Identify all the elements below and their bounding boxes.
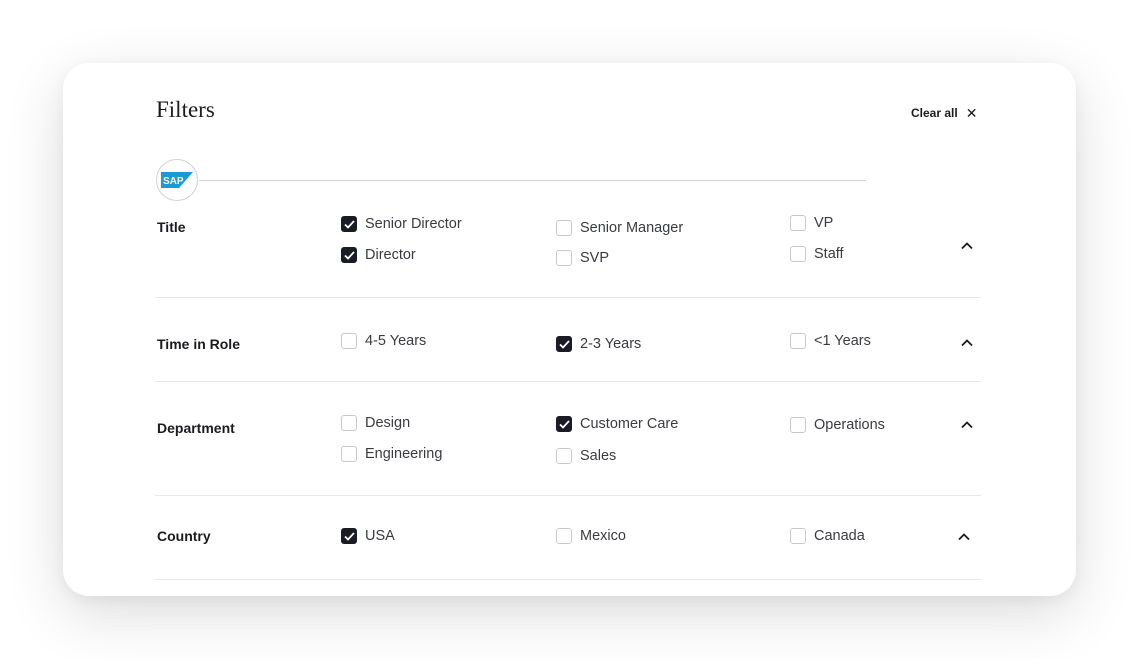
checkbox[interactable]: [341, 528, 357, 544]
option-2-3-years[interactable]: 2-3 Years: [556, 336, 641, 352]
option-4-5-years[interactable]: 4-5 Years: [341, 333, 426, 349]
checkbox[interactable]: [556, 336, 572, 352]
page-title: Filters: [156, 97, 215, 122]
option-label: <1 Years: [814, 333, 871, 349]
option-label: SVP: [580, 250, 610, 266]
option-label: Operations: [814, 417, 885, 433]
filters-panel: Filters Clear all ✕ SAP Title Senior Dir…: [63, 63, 1076, 596]
option-usa[interactable]: USA: [341, 528, 395, 544]
option-label: 2-3 Years: [580, 336, 642, 352]
checkbox[interactable]: [556, 416, 572, 432]
divider: [199, 180, 866, 181]
checkbox[interactable]: [556, 448, 572, 464]
filter-section-country: Country USA Mexico Canada: [155, 495, 981, 580]
section-title: Department: [157, 420, 235, 436]
checkbox[interactable]: [790, 528, 806, 544]
option-label: Staff: [814, 246, 844, 262]
company-row: SAP: [156, 159, 867, 203]
option-less-than-1-years[interactable]: <1 Years: [790, 333, 871, 349]
option-vp[interactable]: VP: [790, 215, 833, 231]
option-design[interactable]: Design: [341, 415, 410, 431]
option-director[interactable]: Director: [341, 247, 416, 263]
chevron-up-icon[interactable]: [956, 529, 972, 545]
section-title: Time in Role: [157, 336, 240, 352]
section-title: Country: [157, 528, 211, 544]
checkbox[interactable]: [790, 333, 806, 349]
chevron-up-icon[interactable]: [959, 238, 975, 254]
option-label: Design: [365, 415, 411, 431]
clear-all-button[interactable]: Clear all ✕: [911, 106, 977, 120]
checkbox[interactable]: [341, 247, 357, 263]
checkbox[interactable]: [556, 220, 572, 236]
option-svp[interactable]: SVP: [556, 250, 609, 266]
chevron-up-icon[interactable]: [959, 417, 975, 433]
option-staff[interactable]: Staff: [790, 246, 844, 262]
option-label: Mexico: [580, 528, 626, 544]
option-label: 4-5 Years: [365, 333, 427, 349]
checkbox[interactable]: [790, 215, 806, 231]
option-engineering[interactable]: Engineering: [341, 446, 442, 462]
filter-section-department: Department Design Engineering Customer C…: [155, 381, 981, 496]
option-label: VP: [814, 215, 834, 231]
option-sales[interactable]: Sales: [556, 448, 616, 464]
option-mexico[interactable]: Mexico: [556, 528, 626, 544]
option-label: Canada: [814, 528, 865, 544]
option-label: Customer Care: [580, 416, 679, 432]
clear-all-label: Clear all: [911, 106, 958, 120]
svg-text:SAP: SAP: [163, 176, 184, 187]
checkbox[interactable]: [341, 446, 357, 462]
filter-section-title: Title Senior Director Director Senior Ma…: [155, 203, 981, 298]
section-title: Title: [157, 219, 186, 235]
option-senior-manager[interactable]: Senior Manager: [556, 220, 683, 236]
close-icon: ✕: [965, 105, 978, 121]
company-logo[interactable]: SAP: [156, 159, 198, 201]
checkbox[interactable]: [790, 246, 806, 262]
checkbox[interactable]: [556, 250, 572, 266]
option-label: Sales: [580, 448, 617, 464]
sap-logo-icon: SAP: [161, 172, 193, 188]
checkbox[interactable]: [790, 417, 806, 433]
checkbox[interactable]: [341, 415, 357, 431]
option-customer-care[interactable]: Customer Care: [556, 416, 678, 432]
chevron-up-icon[interactable]: [959, 335, 975, 351]
option-senior-director[interactable]: Senior Director: [341, 216, 462, 232]
checkbox[interactable]: [556, 528, 572, 544]
option-label: Engineering: [365, 446, 443, 462]
checkbox[interactable]: [341, 216, 357, 232]
filter-section-time-in-role: Time in Role 4-5 Years 2-3 Years <1 Year…: [155, 297, 981, 382]
option-label: Senior Director: [365, 216, 462, 232]
option-label: Senior Manager: [580, 220, 684, 236]
option-canada[interactable]: Canada: [790, 528, 865, 544]
option-label: USA: [365, 528, 395, 544]
option-operations[interactable]: Operations: [790, 417, 885, 433]
checkbox[interactable]: [341, 333, 357, 349]
option-label: Director: [365, 247, 416, 263]
